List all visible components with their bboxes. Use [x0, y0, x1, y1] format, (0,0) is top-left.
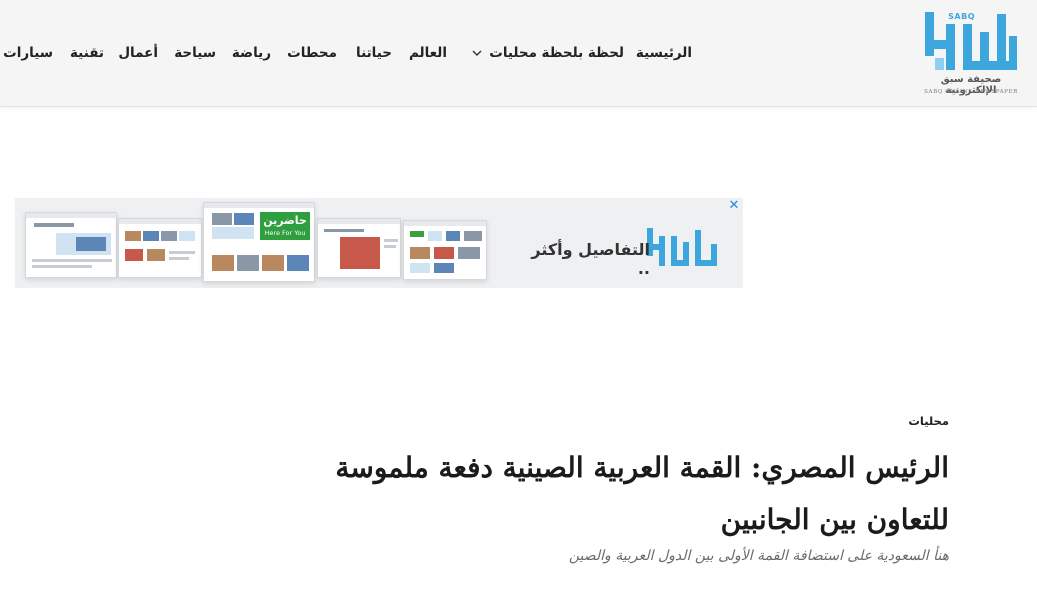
article-category[interactable]: محليات [908, 414, 949, 428]
nav-item-world[interactable]: العالم [409, 40, 447, 66]
chevron-down-icon [472, 50, 482, 56]
nav-item-sports[interactable]: رياضة [232, 40, 271, 66]
article-subtitle: هنأ السعودية على استضافة القمة الأولى بي… [568, 548, 949, 564]
site-header: SABQ صحيفة سبق الإلكترونية SABQ ONLINE N… [0, 0, 1037, 107]
ad-badge: حاضرين Here For You [260, 212, 310, 240]
article-title: الرئيس المصري: القمة العربية الصينية دفع… [249, 442, 949, 546]
sabq-logo-icon [647, 228, 717, 266]
nav-item-tourism[interactable]: سياحة [174, 40, 216, 66]
nav-label: رياضة [231, 45, 271, 61]
ad-thumbnail [403, 220, 487, 280]
close-icon[interactable]: ✕ [727, 199, 741, 213]
ad-headline: التفاصيل وأكثر .. [531, 240, 650, 278]
nav-label: سياحة [174, 45, 216, 61]
nav-item-tech[interactable]: تقنية [70, 40, 104, 66]
ad-thumbnail [25, 212, 117, 278]
logo-tag: SABQ [948, 12, 975, 21]
ad-thumbnail [317, 218, 401, 278]
nav-label: محليات [489, 45, 537, 61]
nav-item-local[interactable]: محليات [471, 40, 537, 66]
nav-label: العالم [408, 45, 447, 61]
ad-banner[interactable]: ✕ التفاصيل وأكثر .. حاضرين Here For You [15, 198, 743, 288]
nav-item-life[interactable]: حياتنا [356, 40, 392, 66]
nav-item-stations[interactable]: محطات [287, 40, 337, 66]
nav-label: محطات [287, 45, 337, 61]
article-title-line: للتعاون بين الجانبين [720, 503, 949, 536]
ad-thumbnail [118, 218, 202, 278]
logo-english-name: SABQ ONLINE NEWSPAPER [924, 89, 1018, 95]
nav-label: لحظة بلحظة [541, 45, 624, 61]
article-title-line: الرئيس المصري: القمة العربية الصينية دفع… [335, 451, 949, 484]
nav-label: الرئيسية [635, 45, 692, 61]
nav-item-home[interactable]: الرئيسية [636, 40, 692, 66]
nav-item-business[interactable]: أعمال [118, 40, 158, 66]
nav-label: حياتنا [356, 45, 392, 61]
site-logo[interactable]: SABQ صحيفة سبق الإلكترونية SABQ ONLINE N… [923, 10, 1019, 96]
nav-item-cars[interactable]: سيارات [3, 40, 53, 66]
nav-label: تقنية [70, 45, 104, 61]
ad-thumbnail: حاضرين Here For You [203, 202, 315, 282]
nav-label: سيارات [3, 45, 53, 61]
nav-label: أعمال [118, 45, 158, 61]
nav-item-live[interactable]: لحظة بلحظة [542, 40, 624, 66]
